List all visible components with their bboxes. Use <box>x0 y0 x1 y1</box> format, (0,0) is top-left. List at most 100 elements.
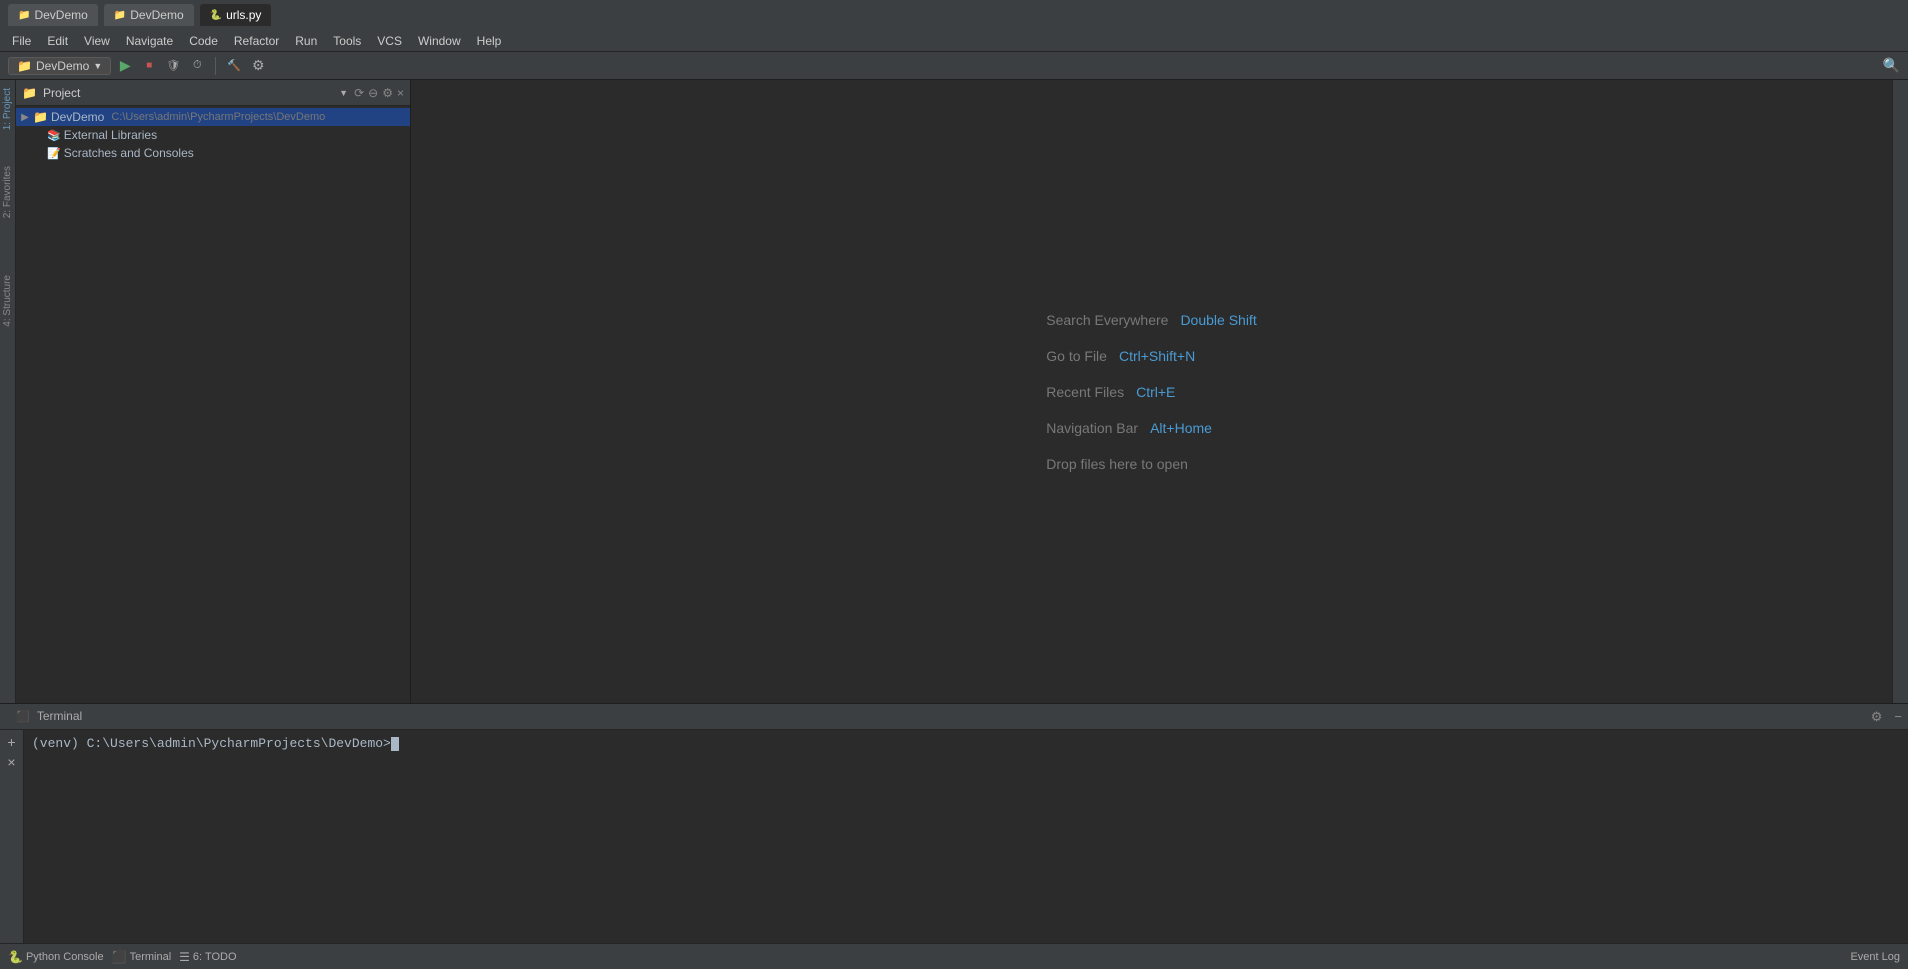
hint-go-to-file-shortcut: Ctrl+Shift+N <box>1119 348 1195 364</box>
bottom-bar: 🐍 Python Console ⬛ Terminal ☰ 6: TODO Ev… <box>0 943 1908 969</box>
titlebar: 📁 DevDemo 📁 DevDemo 🐍 urls.py <box>0 0 1908 30</box>
terminal-controls: + × <box>0 730 24 943</box>
terminal-icon: ⬛ <box>112 950 127 964</box>
menu-file[interactable]: File <box>4 32 39 50</box>
todo-button[interactable]: ☰ 6: TODO <box>179 950 236 964</box>
project-collapse-icon[interactable]: ⊖ <box>368 86 378 100</box>
menu-window[interactable]: Window <box>410 32 469 50</box>
structure-panel-label[interactable]: 4: Structure <box>1 267 14 335</box>
tree-label-devdemo: DevDemo <box>51 110 104 124</box>
coverage-button[interactable]: 🛡 <box>163 56 183 76</box>
todo-icon: ☰ <box>179 950 190 964</box>
hint-navigation-bar: Navigation Bar Alt+Home <box>1046 420 1212 436</box>
tab-urls-py[interactable]: 🐍 urls.py <box>200 4 272 26</box>
project-panel: 📁 Project ▼ ⟳ ⊖ ⚙ × ▶ 📁 DevDemo C:\Users… <box>16 80 411 703</box>
search-icon[interactable]: 🔍 <box>1883 57 1900 74</box>
terminal-label: Terminal <box>130 951 172 963</box>
scratch-icon: 📝 <box>47 147 61 160</box>
ext-lib-icon: 📚 <box>47 129 61 142</box>
menu-tools[interactable]: Tools <box>325 32 369 50</box>
toolbar: 📁 DevDemo ▼ ▶ ■ 🛡 ⏱ 🔨 ⚙ 🔍 <box>0 52 1908 80</box>
menu-vcs[interactable]: VCS <box>369 32 410 50</box>
tree-path-devdemo: C:\Users\admin\PycharmProjects\DevDemo <box>111 111 325 123</box>
run-config-chevron: ▼ <box>93 61 102 71</box>
event-log-button[interactable]: Event Log <box>1850 951 1900 963</box>
menu-navigate[interactable]: Navigate <box>118 32 181 50</box>
tab-devdemo-label: DevDemo <box>34 8 87 22</box>
project-header: 📁 Project ▼ ⟳ ⊖ ⚙ × <box>16 80 410 106</box>
editor-hints: Search Everywhere Double Shift Go to Fil… <box>1046 312 1256 472</box>
python-console-icon: 🐍 <box>8 950 23 964</box>
tree-item-devdemo[interactable]: ▶ 📁 DevDemo C:\Users\admin\PycharmProjec… <box>16 108 410 126</box>
terminal-settings-icon[interactable]: ⚙ <box>1871 709 1883 725</box>
hint-search-shortcut: Double Shift <box>1180 312 1256 328</box>
hint-recent-files: Recent Files Ctrl+E <box>1046 384 1175 400</box>
tree-label-scratches: Scratches and Consoles <box>64 146 194 160</box>
terminal-cursor <box>391 737 399 751</box>
tree-arrow-devdemo: ▶ <box>20 112 30 123</box>
favorites-panel-label[interactable]: 2: Favorites <box>1 158 14 226</box>
project-title: Project <box>43 86 333 100</box>
python-console-label: Python Console <box>26 951 104 963</box>
hint-drop-files: Drop files here to open <box>1046 456 1188 472</box>
menu-refactor[interactable]: Refactor <box>226 32 287 50</box>
terminal-prompt-line: (venv) C:\Users\admin\PycharmProjects\De… <box>32 734 1900 754</box>
menu-edit[interactable]: Edit <box>39 32 76 50</box>
toolbar-separator <box>215 57 216 75</box>
hint-recent-files-label: Recent Files <box>1046 384 1124 400</box>
project-icon: 📁 <box>18 10 30 21</box>
project-close-icon[interactable]: × <box>397 86 404 100</box>
right-strip <box>1892 80 1908 703</box>
hint-recent-files-shortcut: Ctrl+E <box>1136 384 1175 400</box>
drop-files-label: Drop files here to open <box>1046 456 1188 472</box>
tree-label-ext-libs: External Libraries <box>64 128 157 142</box>
menu-help[interactable]: Help <box>469 32 510 50</box>
settings-button[interactable]: ⚙ <box>248 56 268 76</box>
stop-button[interactable]: ■ <box>139 56 159 76</box>
bottom-panel: ⬛ Terminal ⚙ − + × (venv) C:\Users\admin… <box>0 703 1908 943</box>
python-console-button[interactable]: 🐍 Python Console <box>8 950 104 964</box>
menu-run[interactable]: Run <box>287 32 325 50</box>
menu-code[interactable]: Code <box>181 32 226 50</box>
hint-search-label: Search Everywhere <box>1046 312 1168 328</box>
tab-urls-py-label: urls.py <box>226 8 261 22</box>
run-config-selector[interactable]: 📁 DevDemo ▼ <box>8 57 111 75</box>
terminal-tab-header-icon: ⬛ <box>16 711 30 723</box>
project-tree: ▶ 📁 DevDemo C:\Users\admin\PycharmProjec… <box>16 106 410 703</box>
menu-view[interactable]: View <box>76 32 118 50</box>
project-icon-2: 📁 <box>114 10 126 21</box>
bottom-tab-terminal-header[interactable]: ⬛ Terminal <box>6 706 92 728</box>
terminal-area: + × (venv) C:\Users\admin\PycharmProject… <box>0 730 1908 943</box>
terminal-tab-header-label: Terminal <box>37 709 82 723</box>
project-settings-icon[interactable]: ⚙ <box>382 86 393 100</box>
hint-search-everywhere: Search Everywhere Double Shift <box>1046 312 1256 328</box>
hint-nav-bar-shortcut: Alt+Home <box>1150 420 1212 436</box>
terminal-close-icon[interactable]: − <box>1894 709 1902 724</box>
folder-icon-devdemo: 📁 <box>33 110 48 124</box>
project-folder-icon: 📁 <box>22 86 37 100</box>
run-button[interactable]: ▶ <box>115 56 135 76</box>
file-icon: 🐍 <box>210 10 222 21</box>
project-header-icons: ⟳ ⊖ ⚙ × <box>354 86 404 100</box>
terminal-content[interactable]: (venv) C:\Users\admin\PycharmProjects\De… <box>24 730 1908 943</box>
terminal-button[interactable]: ⬛ Terminal <box>112 950 172 964</box>
project-sync-icon[interactable]: ⟳ <box>354 86 364 100</box>
terminal-kill-button[interactable]: × <box>7 754 15 770</box>
run-config-icon: 📁 <box>17 59 32 73</box>
terminal-prompt-text: (venv) C:\Users\admin\PycharmProjects\De… <box>32 736 391 751</box>
tab-devdemo-project[interactable]: 📁 DevDemo <box>8 4 98 26</box>
tab-devdemo2-label: DevDemo <box>130 8 183 22</box>
bottom-bar-left: 🐍 Python Console ⬛ Terminal ☰ 6: TODO <box>8 950 237 964</box>
menubar: File Edit View Navigate Code Refactor Ru… <box>0 30 1908 52</box>
tree-item-scratches[interactable]: 📝 Scratches and Consoles <box>16 144 410 162</box>
tab-devdemo2[interactable]: 📁 DevDemo <box>104 4 194 26</box>
tree-item-ext-libs[interactable]: 📚 External Libraries <box>16 126 410 144</box>
hint-go-to-file: Go to File Ctrl+Shift+N <box>1046 348 1195 364</box>
project-panel-label[interactable]: 1: Project <box>1 80 14 138</box>
build-button[interactable]: 🔨 <box>224 56 244 76</box>
profile-button[interactable]: ⏱ <box>187 56 207 76</box>
project-dropdown-arrow[interactable]: ▼ <box>339 88 348 98</box>
hint-nav-bar-label: Navigation Bar <box>1046 420 1138 436</box>
editor-area[interactable]: Search Everywhere Double Shift Go to Fil… <box>411 80 1892 703</box>
terminal-add-button[interactable]: + <box>7 734 15 750</box>
